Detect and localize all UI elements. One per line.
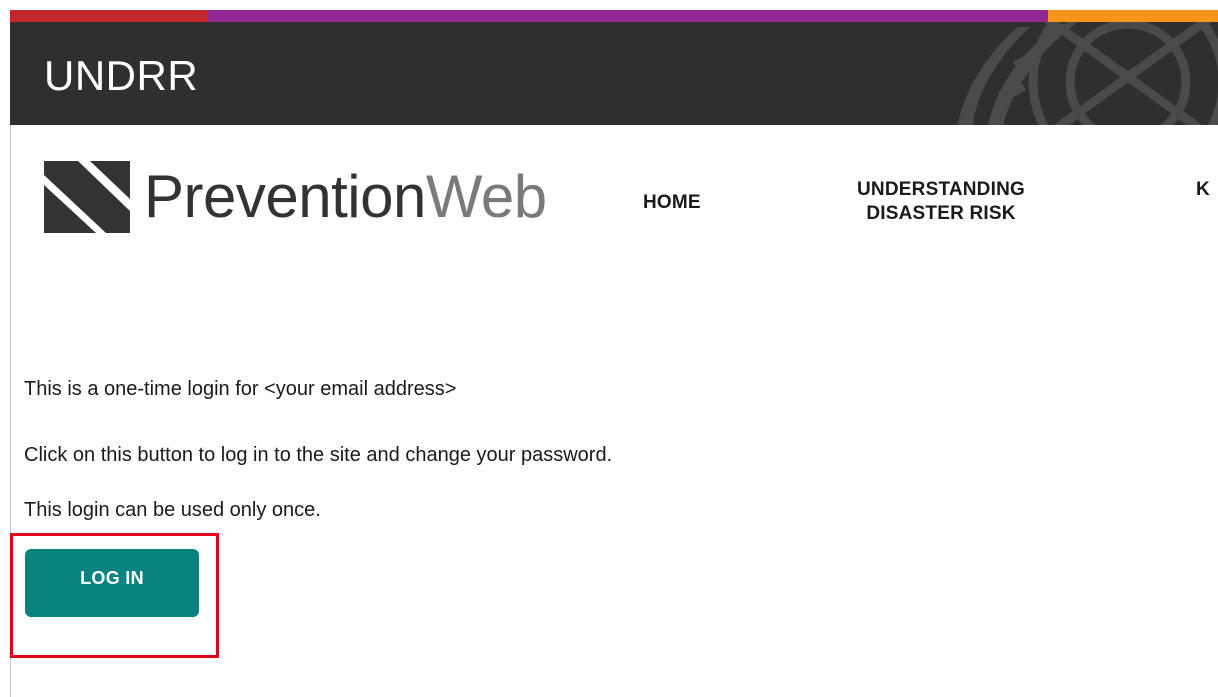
nav-home[interactable]: HOME	[643, 191, 701, 215]
un-emblem-icon	[958, 22, 1218, 125]
login-text-prefix: This is a one-time login for	[24, 378, 265, 400]
site-header: UNDRR	[10, 22, 1218, 125]
single-use-notice: This login can be used only once.	[24, 499, 321, 521]
logo-text: PreventionWeb	[144, 167, 547, 227]
preventionweb-mark-icon	[44, 161, 130, 233]
email-placeholder: <your email address>	[264, 378, 457, 400]
nav-udr-line2: DISASTER RISK	[866, 203, 1016, 224]
nav-udr-line1: UNDERSTANDING	[857, 179, 1025, 200]
nav-item-clipped[interactable]: K	[1196, 178, 1210, 202]
color-strip	[10, 10, 1218, 22]
strip-purple	[208, 10, 1048, 22]
undrr-brand[interactable]: UNDRR	[44, 52, 198, 100]
preventionweb-logo[interactable]: PreventionWeb	[44, 157, 547, 237]
strip-red	[10, 10, 208, 22]
logo-text-web: Web	[425, 163, 547, 230]
one-time-login-text: This is a one-time login for <your email…	[24, 378, 456, 401]
logo-text-prevention: Prevention	[144, 163, 426, 230]
highlight-box	[10, 533, 219, 658]
instruction-text: Click on this button to log in to the si…	[24, 444, 613, 466]
nav-understanding-disaster-risk[interactable]: UNDERSTANDING DISASTER RISK	[836, 178, 1046, 226]
strip-orange	[1048, 10, 1218, 22]
